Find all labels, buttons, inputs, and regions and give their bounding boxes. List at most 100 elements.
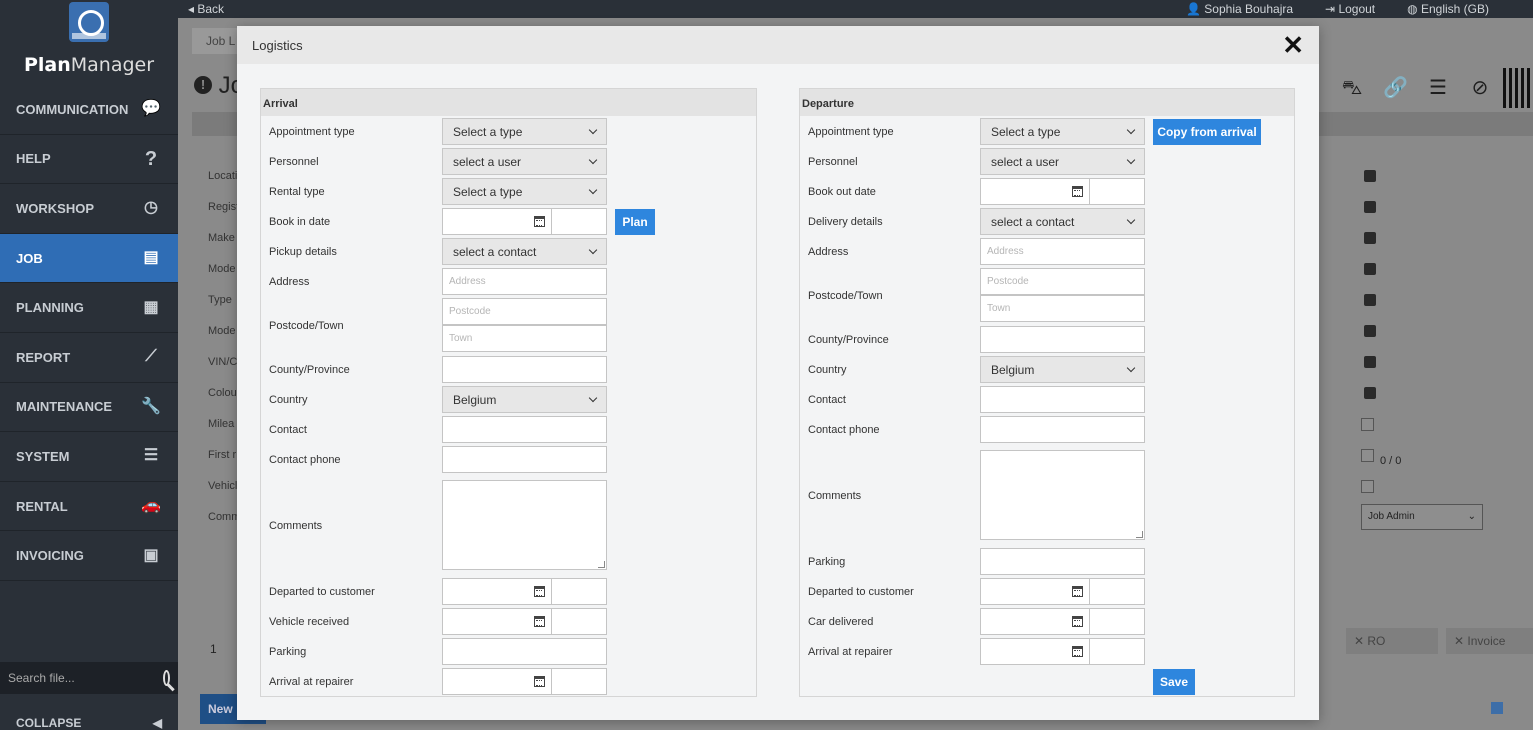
departure-book-out-time-input[interactable] (1089, 178, 1145, 205)
bg-label: Regist (208, 201, 240, 213)
sidebar-item-communication[interactable]: COMMUNICATION 💬 (0, 85, 178, 135)
chevron-down-icon (588, 185, 598, 195)
departure-car-delivered-date-input[interactable] (980, 608, 1090, 635)
departure-town-input[interactable] (980, 295, 1145, 322)
sidebar-item-maintenance[interactable]: MAINTENANCE 🔧 (0, 382, 178, 433)
departure-departed-date-input[interactable] (980, 578, 1090, 605)
user-menu[interactable]: 👤 Sophia Bouhajra (1186, 2, 1293, 16)
back-link[interactable]: ◂ Back (188, 2, 224, 16)
departure-appointment-type-select[interactable]: Select a type (980, 118, 1145, 145)
sidebar-item-rental[interactable]: RENTAL 🚗 (0, 481, 178, 532)
sidebar-item-workshop[interactable]: WORKSHOP ◷ (0, 184, 178, 234)
departure-comments-textarea[interactable] (980, 450, 1145, 540)
arrival-vehicle-received-time-input[interactable] (551, 608, 607, 635)
close-icon[interactable]: ✕ (1282, 32, 1304, 58)
field-label: Address (269, 276, 310, 288)
arrival-appointment-type-select[interactable]: Select a type (442, 118, 607, 145)
calendar-icon[interactable] (1072, 646, 1083, 657)
departure-car-delivered-time-input[interactable] (1089, 608, 1145, 635)
resize-handle[interactable] (1136, 531, 1143, 538)
bg-counter: 0 / 0 (1380, 455, 1402, 467)
bg-label: Type (208, 294, 232, 306)
departure-delivery-contact-select[interactable]: select a contact (980, 208, 1145, 235)
arrival-comments-textarea[interactable] (442, 480, 607, 570)
arrival-departed-time-input[interactable] (551, 578, 607, 605)
field-label: Rental type (269, 186, 325, 198)
departure-contact-phone-input[interactable] (980, 416, 1145, 443)
field-label: Personnel (808, 156, 858, 168)
arrival-at-repairer-date-input[interactable] (442, 668, 552, 695)
copy-icon (1364, 263, 1376, 275)
user-icon: 👤 (1186, 2, 1201, 16)
logout-link[interactable]: ⇥ Logout (1325, 2, 1375, 16)
arrival-contact-input[interactable] (442, 416, 607, 443)
departure-contact-input[interactable] (980, 386, 1145, 413)
arrival-address-input[interactable] (442, 268, 607, 295)
arrival-book-in-date-input[interactable] (442, 208, 552, 235)
arrival-county-input[interactable] (442, 356, 607, 383)
bg-page-number: 1 (210, 642, 217, 656)
field-label: Parking (269, 646, 307, 658)
money-icon: ▣ (143, 546, 159, 564)
arrival-personnel-select[interactable]: select a user (442, 148, 607, 175)
bg-label: Colou (208, 387, 237, 399)
sidebar-item-job[interactable]: JOB ▤ (0, 233, 178, 284)
departure-arrival-repairer-date-input[interactable] (980, 638, 1090, 665)
arrival-departed-date-input[interactable] (442, 578, 552, 605)
link-icon: 🔗 (1383, 77, 1408, 99)
collapse-button[interactable]: COLLAPSE ◀ (0, 710, 178, 730)
app-logo[interactable]: PlanManager (0, 0, 178, 85)
calendar-icon[interactable] (1072, 186, 1083, 197)
departure-county-input[interactable] (980, 326, 1145, 353)
field-label: Contact (808, 394, 846, 406)
departure-departed-time-input[interactable] (1089, 578, 1145, 605)
copy-from-arrival-button[interactable]: Copy from arrival (1153, 119, 1261, 145)
modal-header: Logistics ✕ (237, 26, 1319, 64)
arrival-vehicle-received-date-input[interactable] (442, 608, 552, 635)
language-selector[interactable]: ◍ English (GB) (1407, 2, 1489, 16)
departure-address-input[interactable] (980, 238, 1145, 265)
arrival-pickup-contact-select[interactable]: select a contact (442, 238, 607, 265)
arrival-country-select[interactable]: Belgium (442, 386, 607, 413)
bg-ro-button: ✕ RO (1346, 628, 1438, 654)
plan-button[interactable]: Plan (615, 209, 655, 235)
field-label: Comments (269, 520, 323, 532)
departure-parking-input[interactable] (980, 548, 1145, 575)
field-label: Comments (808, 490, 862, 502)
arrival-title: Arrival (261, 89, 756, 116)
arrival-book-in-time-input[interactable] (551, 208, 607, 235)
calendar-icon[interactable] (1072, 586, 1083, 597)
copy-icon (1364, 201, 1376, 213)
arrival-postcode-input[interactable] (442, 298, 607, 325)
calendar-icon[interactable] (534, 616, 545, 627)
arrival-rental-type-select[interactable]: Select a type (442, 178, 607, 205)
arrival-at-repairer-time-input[interactable] (551, 668, 607, 695)
sidebar-item-invoicing[interactable]: INVOICING ▣ (0, 531, 178, 581)
departure-arrival-repairer-time-input[interactable] (1089, 638, 1145, 665)
field-label: Contact phone (269, 454, 341, 466)
calendar-icon[interactable] (1072, 616, 1083, 627)
departure-book-out-date-input[interactable] (980, 178, 1090, 205)
bg-label: Mode (208, 263, 236, 275)
departure-country-select[interactable]: Belgium (980, 356, 1145, 383)
field-label: Appointment type (269, 126, 355, 138)
search-icon[interactable] (163, 670, 170, 686)
arrival-town-input[interactable] (442, 325, 607, 352)
sidebar-item-system[interactable]: SYSTEM ☰ (0, 432, 178, 482)
field-label: Contact phone (808, 424, 880, 436)
departure-postcode-input[interactable] (980, 268, 1145, 295)
sidebar-item-report[interactable]: REPORT ⟋ (0, 332, 178, 383)
save-button[interactable]: Save (1153, 669, 1195, 695)
field-label: Contact (269, 424, 307, 436)
calendar-icon[interactable] (534, 216, 545, 227)
arrival-parking-input[interactable] (442, 638, 607, 665)
arrival-contact-phone-input[interactable] (442, 446, 607, 473)
calendar-icon[interactable] (534, 676, 545, 687)
departure-personnel-select[interactable]: select a user (980, 148, 1145, 175)
sidebar-item-help[interactable]: HELP? (0, 134, 178, 185)
bg-label: Make (208, 232, 235, 244)
sidebar-item-planning[interactable]: PLANNING ▦ (0, 283, 178, 333)
resize-handle[interactable] (598, 561, 605, 568)
search-input[interactable] (8, 671, 163, 685)
calendar-icon[interactable] (534, 586, 545, 597)
